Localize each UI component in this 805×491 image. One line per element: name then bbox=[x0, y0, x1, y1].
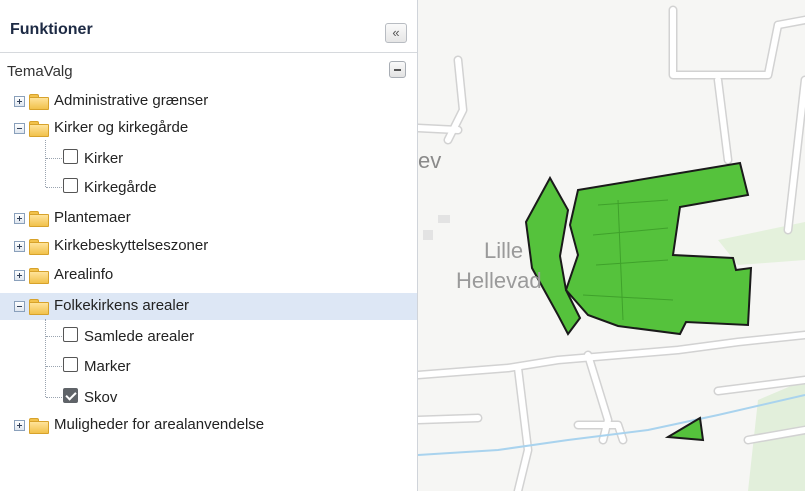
collapse-minus-icon[interactable] bbox=[14, 123, 25, 134]
folder-icon bbox=[29, 211, 49, 227]
map-label: ev bbox=[418, 148, 441, 173]
folder-icon bbox=[29, 268, 49, 284]
double-chevron-left-icon: « bbox=[392, 25, 400, 40]
road bbox=[418, 415, 481, 423]
layer-checkbox-checked[interactable] bbox=[63, 388, 78, 403]
tree-node-plantemaer[interactable]: Plantemaer bbox=[0, 205, 417, 232]
tree-connector bbox=[46, 336, 62, 337]
layer-label: Samlede arealer bbox=[84, 328, 195, 345]
tree-leaf-kirkegaarde[interactable]: Kirkegårde bbox=[0, 173, 417, 200]
layer-checkbox[interactable] bbox=[63, 357, 78, 372]
tree-node-label: Administrative grænser bbox=[54, 92, 209, 109]
open-folder-icon bbox=[29, 299, 49, 315]
tree-leaf-marker[interactable]: Marker bbox=[0, 352, 417, 379]
tree-node-label: Plantemaer bbox=[54, 209, 131, 226]
tree-connector bbox=[46, 397, 62, 398]
layer-checkbox[interactable] bbox=[63, 327, 78, 342]
layer-checkbox[interactable] bbox=[63, 178, 78, 193]
expand-plus-icon[interactable] bbox=[14, 270, 25, 281]
section-header: TemaValg bbox=[0, 58, 417, 88]
map-view[interactable]: ev Lille Hellevad bbox=[418, 0, 805, 491]
tree-node-kirkebeskyttelseszoner[interactable]: Kirkebeskyttelseszoner bbox=[0, 233, 417, 260]
tree-connector bbox=[46, 187, 62, 188]
folder-icon bbox=[29, 239, 49, 255]
tree-connector bbox=[46, 366, 62, 367]
tree-node-kirker-og-kirkegaarde[interactable]: Kirker og kirkegårde bbox=[0, 115, 417, 142]
functions-panel: Funktioner « TemaValg Administrative græ… bbox=[0, 0, 418, 491]
tree-leaf-samlede-arealer[interactable]: Samlede arealer bbox=[0, 322, 417, 349]
panel-title: Funktioner bbox=[10, 21, 93, 38]
expand-plus-icon[interactable] bbox=[14, 96, 25, 107]
road bbox=[418, 125, 461, 133]
tree-node-label: Kirker og kirkegårde bbox=[54, 119, 189, 136]
tree-connector bbox=[46, 158, 62, 159]
layer-label: Skov bbox=[84, 389, 118, 406]
folder-icon bbox=[29, 418, 49, 434]
tree-node-label: Kirkebeskyttelseszoner bbox=[54, 237, 209, 254]
map-canvas[interactable]: ev Lille Hellevad bbox=[418, 0, 805, 491]
layer-checkbox[interactable] bbox=[63, 149, 78, 164]
collapse-section-button[interactable] bbox=[389, 61, 406, 78]
tree-node-label: Folkekirkens arealer bbox=[54, 297, 190, 314]
tree-node-arealinfo[interactable]: Arealinfo bbox=[0, 262, 417, 289]
layer-label: Marker bbox=[84, 358, 131, 375]
collapse-minus-icon[interactable] bbox=[14, 301, 25, 312]
tree-node-label: Arealinfo bbox=[54, 266, 114, 283]
section-title: TemaValg bbox=[7, 63, 73, 80]
expand-plus-icon[interactable] bbox=[14, 420, 25, 431]
tree-leaf-kirker[interactable]: Kirker bbox=[0, 144, 417, 171]
layer-label: Kirkegårde bbox=[84, 179, 157, 196]
folder-icon bbox=[29, 94, 49, 110]
layer-label: Kirker bbox=[84, 150, 124, 167]
tree-node-administrative[interactable]: Administrative grænser bbox=[0, 88, 417, 115]
panel-header: Funktioner « bbox=[0, 0, 417, 53]
tree-leaf-skov[interactable]: Skov bbox=[0, 383, 417, 410]
expand-plus-icon[interactable] bbox=[14, 213, 25, 224]
tree-node-muligheder[interactable]: Muligheder for arealanvendelse bbox=[0, 412, 417, 439]
tree-node-folkekirkens-arealer[interactable]: Folkekirkens arealer bbox=[0, 293, 417, 320]
expand-plus-icon[interactable] bbox=[14, 241, 25, 252]
building bbox=[438, 215, 450, 223]
collapse-panel-button[interactable]: « bbox=[385, 23, 407, 43]
tree-node-label: Muligheder for arealanvendelse bbox=[54, 416, 265, 433]
map-label: Hellevad bbox=[456, 268, 542, 293]
map-label: Lille bbox=[484, 238, 523, 263]
open-folder-icon bbox=[29, 121, 49, 137]
building bbox=[423, 230, 433, 240]
